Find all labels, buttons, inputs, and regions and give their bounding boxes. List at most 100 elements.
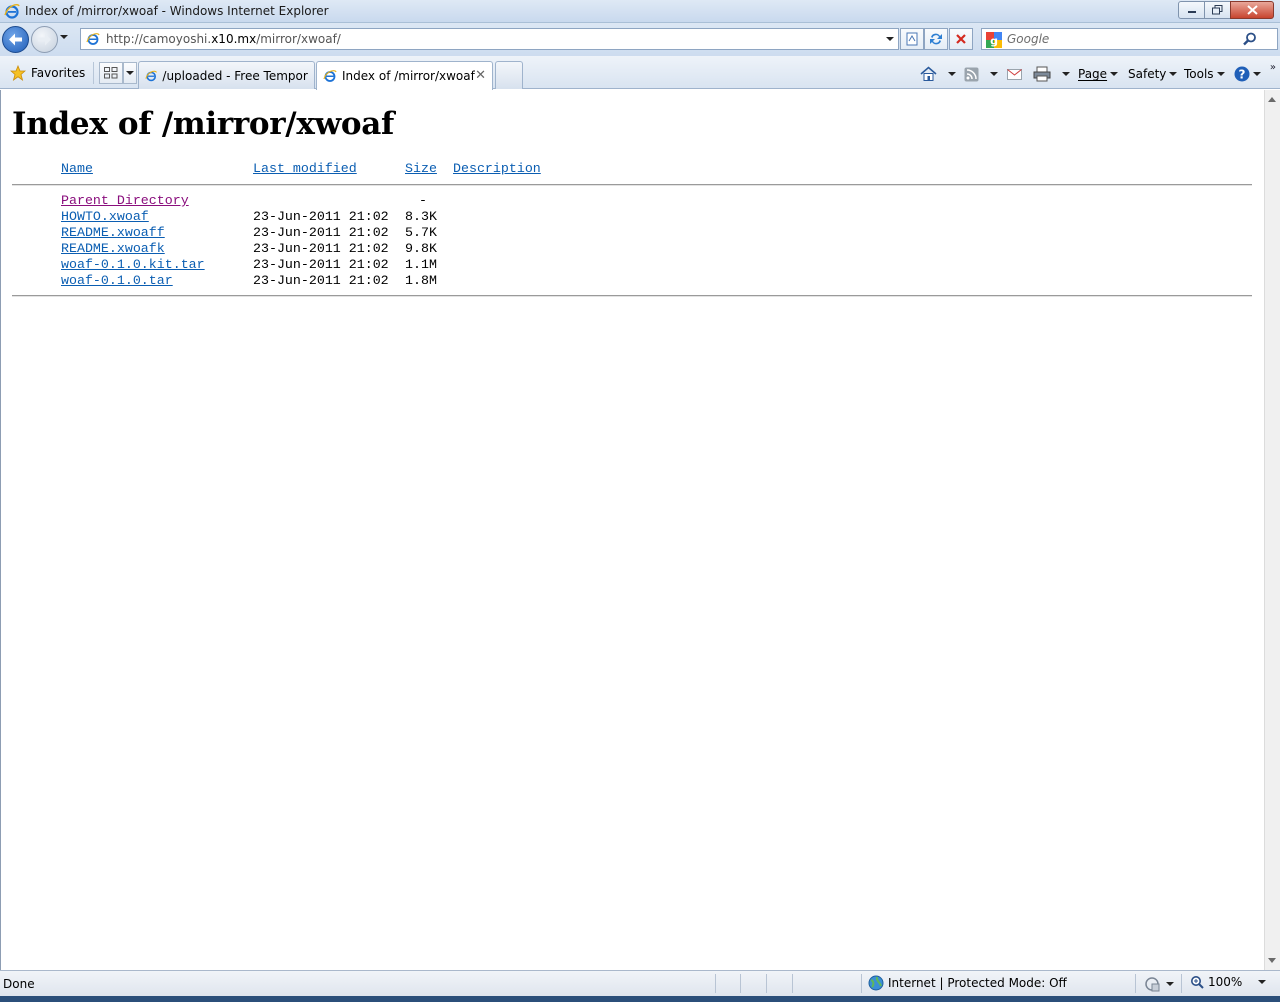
recent-pages-dropdown[interactable]: [60, 35, 68, 39]
feed-icon: [964, 67, 979, 81]
security-zone[interactable]: Internet | Protected Mode: Off: [868, 975, 1067, 991]
title-bar: Index of /mirror/xwoaf - Windows Interne…: [0, 0, 1280, 23]
stop-icon: [956, 34, 966, 44]
search-icon[interactable]: [1243, 32, 1257, 46]
home-icon: [920, 66, 937, 81]
back-arrow-icon: [9, 33, 22, 46]
read-mail-button[interactable]: [1007, 64, 1022, 84]
quick-tabs-button[interactable]: [99, 62, 123, 84]
file-link[interactable]: README.xwoafk: [61, 241, 165, 256]
zoom-control[interactable]: 100%: [1190, 975, 1267, 989]
entry-last-modified: 23-Jun-2011 21:02: [253, 273, 389, 288]
status-text: Done: [3, 977, 35, 991]
file-link[interactable]: HOWTO.xwoaf: [61, 209, 149, 224]
close-window-button[interactable]: [1230, 1, 1274, 19]
navigation-bar: http://camoyoshi.x10.mx/mirror/xwoaf/ g …: [0, 23, 1280, 56]
svg-text:g: g: [990, 35, 998, 48]
feeds-button[interactable]: [964, 64, 998, 84]
safety-menu[interactable]: Safety: [1128, 64, 1178, 84]
separator: [861, 974, 862, 993]
help-button[interactable]: ?: [1234, 64, 1261, 84]
favorites-button[interactable]: Favorites: [4, 62, 91, 84]
entry-size: 1.1M: [405, 257, 437, 272]
address-dropdown[interactable]: [886, 37, 894, 41]
globe-icon: [868, 975, 884, 991]
entry-last-modified: 23-Jun-2011 21:02: [253, 209, 389, 224]
entry-last-modified: 23-Jun-2011 21:02: [253, 225, 389, 240]
tab-list-dropdown[interactable]: [123, 62, 137, 84]
address-bar[interactable]: http://camoyoshi.x10.mx/mirror/xwoaf/: [80, 28, 899, 50]
tab-index-of-mirror-xwoaf[interactable]: Index of /mirror/xwoaf ✕: [316, 61, 493, 90]
entry-size: 9.8K: [405, 241, 437, 256]
parent-directory-link[interactable]: Parent Directory: [61, 193, 189, 208]
separator: [715, 974, 716, 993]
restore-button[interactable]: [1204, 1, 1231, 19]
window-controls: [1178, 1, 1274, 19]
page-menu-label: Page: [1078, 67, 1108, 81]
search-placeholder: Google: [1007, 32, 1050, 46]
separator: [1135, 974, 1136, 993]
column-header-last-modified[interactable]: Last modified: [253, 161, 357, 176]
file-link[interactable]: woaf-0.1.0.kit.tar: [61, 257, 205, 272]
forward-arrow-icon: [38, 33, 51, 46]
file-link[interactable]: woaf-0.1.0.tar: [61, 273, 173, 288]
zoom-icon: [1191, 976, 1204, 989]
restore-icon: [1212, 5, 1223, 15]
page-menu[interactable]: Page: [1078, 64, 1119, 84]
divider: [12, 295, 1252, 297]
google-icon: g: [986, 32, 1002, 48]
print-button[interactable]: [1033, 64, 1070, 84]
page-content: Index of /mirror/xwoaf Name Last modifie…: [0, 90, 1264, 970]
entry-size: 5.7K: [405, 225, 437, 240]
url-path: /mirror/xwoaf/: [256, 32, 341, 46]
vertical-scrollbar[interactable]: [1264, 90, 1280, 970]
scroll-down-icon[interactable]: [1268, 958, 1276, 963]
search-box[interactable]: g Google: [981, 28, 1278, 50]
internet-explorer-icon: [323, 70, 337, 82]
page-icon: [86, 33, 100, 45]
minimize-button[interactable]: [1178, 1, 1205, 19]
chevron-down-icon: [1258, 980, 1267, 984]
chevron-down-icon[interactable]: [1166, 982, 1174, 986]
chevron-down-icon[interactable]: [990, 72, 998, 76]
safety-menu-label: Safety: [1128, 67, 1167, 81]
back-button[interactable]: [2, 26, 29, 53]
file-link[interactable]: README.xwoaff: [61, 225, 165, 240]
tab-label: /uploaded - Free Tempora...: [162, 68, 308, 83]
column-header-size[interactable]: Size: [405, 161, 437, 176]
separator: [792, 974, 793, 993]
refresh-icon: [930, 33, 942, 45]
column-header-description[interactable]: Description: [453, 161, 541, 176]
close-tab-icon[interactable]: ✕: [475, 68, 486, 83]
tools-menu[interactable]: Tools: [1184, 64, 1225, 84]
star-icon: [10, 65, 26, 81]
chevron-down-icon: [1216, 72, 1225, 76]
forward-button[interactable]: [31, 26, 58, 53]
mail-icon: [1007, 69, 1022, 80]
column-header-name[interactable]: Name: [61, 161, 93, 176]
chevron-down-icon[interactable]: [948, 72, 956, 76]
home-button[interactable]: [920, 64, 956, 84]
refresh-button[interactable]: [924, 28, 948, 50]
favorites-label: Favorites: [31, 66, 86, 80]
protected-mode-icon[interactable]: [1144, 976, 1160, 992]
new-tab-button[interactable]: [495, 61, 523, 89]
tab-uploaded[interactable]: /uploaded - Free Tempora...: [138, 61, 315, 89]
more-commands-icon[interactable]: »: [1270, 62, 1276, 73]
chevron-down-icon: [126, 71, 134, 75]
help-icon: ?: [1234, 66, 1250, 82]
chevron-down-icon: [1253, 72, 1261, 76]
close-icon: [1246, 5, 1258, 15]
separator: [1181, 974, 1182, 993]
divider: [12, 184, 1252, 186]
minimize-icon: [1187, 11, 1196, 13]
separator: [766, 974, 767, 993]
scroll-up-icon[interactable]: [1268, 97, 1276, 102]
stop-button[interactable]: [949, 28, 973, 50]
chevron-down-icon[interactable]: [1062, 72, 1070, 76]
page-title: Index of /mirror/xwoaf: [12, 106, 395, 142]
print-icon: [1033, 66, 1051, 82]
compatibility-view-icon: [906, 32, 918, 46]
compatibility-view-button[interactable]: [900, 28, 924, 50]
svg-text:?: ?: [1239, 68, 1246, 82]
